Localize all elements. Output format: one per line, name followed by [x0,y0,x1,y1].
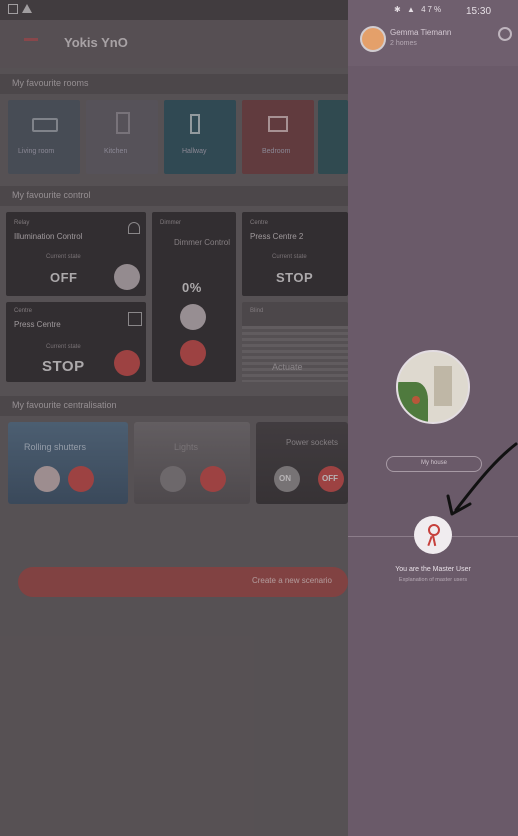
control-card-press-centre[interactable]: Centre Press Centre Current state STOP [6,302,146,382]
blind-image [242,326,348,382]
keys-icon[interactable] [414,516,452,554]
gallery-icon [8,4,18,14]
room-tile-office[interactable] [318,100,348,174]
light-on-icon[interactable] [200,466,226,492]
door-icon [190,114,200,134]
card-name: Illumination Control [14,232,83,241]
centralisation-tile-sockets[interactable]: Power sockets ON OFF [256,422,348,504]
master-user-subtext: Explanation of master users [398,577,468,583]
create-scenario-button[interactable]: Create a new scenario [18,567,348,597]
user-sub: 2 homes [390,40,417,47]
card-name: Press Centre 2 [250,232,304,241]
tile-name: Power sockets [286,438,339,447]
warning-icon [22,4,32,13]
centralisation-tile-shutters[interactable]: Rolling shutters [8,422,128,504]
card-type: Centre [250,220,269,226]
room-tile-hallway[interactable]: Hallway [164,100,236,174]
shutter-up-icon[interactable] [34,466,60,492]
back-arrow-icon[interactable] [24,38,38,41]
bluetooth-icon: ✱ [394,5,403,14]
shutter-down-icon[interactable] [68,466,94,492]
control-card-dimmer[interactable]: Dimmer Dimmer Control 0% [152,212,236,382]
section-title: My favourite rooms [12,78,89,88]
app-title: Yokis YnO [64,35,128,50]
control-card-press-centre-2[interactable]: Centre Press Centre 2 Current state STOP [242,212,348,296]
tile-name: Rolling shutters [24,442,87,452]
state-value: STOP [276,270,314,285]
navigation-drawer: ✱ ▲ 47% 15:30 Gemma Tiemann 2 homes My h… [348,0,518,836]
state-label: Current state [46,254,81,260]
avatar[interactable] [360,26,386,52]
signal-icon: ▲ [406,5,417,14]
room-label: Hallway [182,148,207,155]
window-shape [434,366,452,406]
control-card-actuate[interactable]: Blind Actuate [242,302,348,382]
state-label: Current state [46,344,81,350]
room-tile-bedroom[interactable]: Bedroom [242,100,314,174]
state-label: Current state [272,254,307,260]
state-value: OFF [50,270,78,285]
battery-level: 47% [421,5,444,14]
dim-down-icon[interactable] [180,304,206,330]
lamp-icon [128,222,140,234]
room-label: Kitchen [104,148,128,155]
card-name: Press Centre [14,320,61,329]
light-off-icon[interactable] [160,466,186,492]
sofa-icon [32,118,58,132]
centralisation-tile-lights[interactable]: Lights [134,422,250,504]
room-tile-living[interactable]: Living room [8,100,80,174]
shutter-icon [128,312,142,326]
status-icons: ✱ ▲ 47% [394,5,443,14]
master-user-text: You are the Master User [395,566,471,573]
card-type: Dimmer [160,220,181,226]
drawer-header: ✱ ▲ 47% 15:30 Gemma Tiemann 2 homes [348,0,518,66]
fridge-icon [116,112,130,134]
house-photo[interactable] [396,350,470,424]
on-button[interactable]: ON [274,466,300,492]
user-name: Gemma Tiemann [390,28,452,37]
settings-icon[interactable] [498,27,512,41]
room-tile-kitchen[interactable]: Kitchen [86,100,158,174]
tv-icon [268,116,288,132]
room-label: Bedroom [262,148,291,155]
room-label: Living room [18,148,55,155]
clock: 15:30 [466,6,492,17]
flower-pot [412,396,420,404]
section-title: My favourite centralisation [12,400,117,410]
control-card-illumination[interactable]: Relay Illumination Control Current state… [6,212,146,296]
off-button[interactable]: OFF [318,466,344,492]
card-name: Actuate [272,362,303,372]
dim-up-icon[interactable] [180,340,206,366]
state-value: STOP [42,358,85,375]
annotation-arrow [446,442,518,516]
card-type: Blind [250,308,264,314]
tile-name: Lights [174,442,199,452]
card-type: Centre [14,308,33,314]
dimmer-value: 0% [182,280,202,295]
section-title: My favourite control [12,190,91,200]
app-background: Yokis YnO My favourite rooms Living room… [0,0,518,836]
card-type: Relay [14,220,30,226]
toggle-icon[interactable] [114,264,140,290]
power-icon[interactable] [114,350,140,376]
card-name: Dimmer Control [174,238,231,247]
